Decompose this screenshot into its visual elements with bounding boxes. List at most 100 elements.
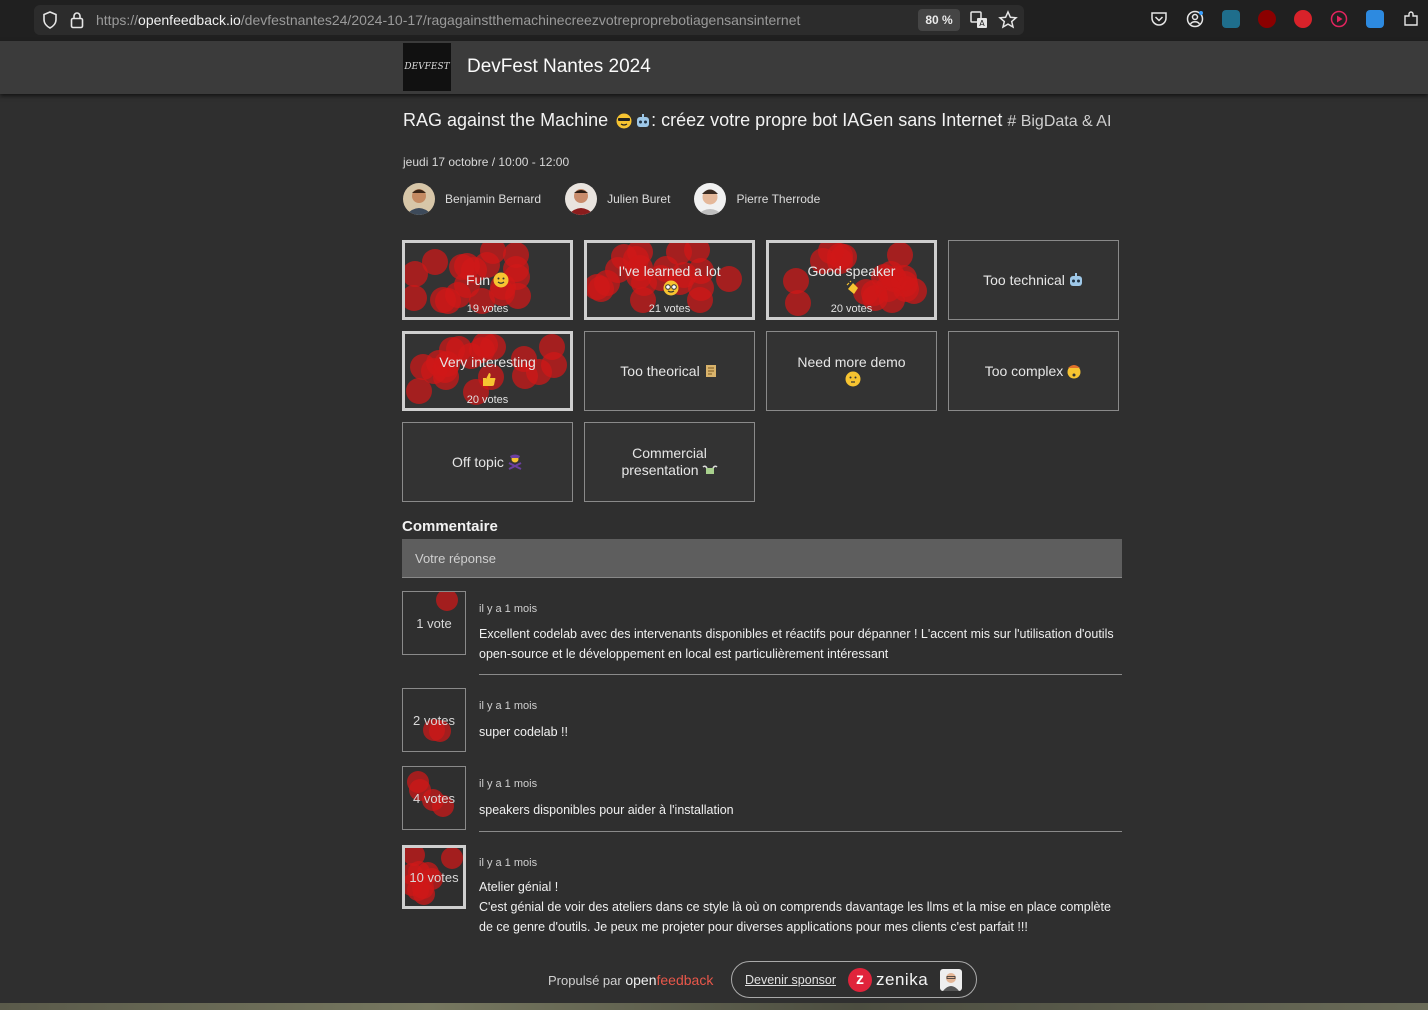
ublock-icon[interactable] <box>1258 10 1276 28</box>
vote-too-complex[interactable]: Too complex <box>948 331 1119 411</box>
vote-label: Good speaker <box>769 263 934 297</box>
vote-dot <box>480 243 507 264</box>
talk-date: jeudi 17 octobre / 10:00 - 12:00 <box>403 155 570 169</box>
vote-label: Too technical <box>953 272 1114 289</box>
page-bottom-strip <box>0 1003 1428 1010</box>
vote-label: Commercial presentation <box>585 445 754 479</box>
sponsor-avatar[interactable] <box>940 968 963 991</box>
star-icon[interactable] <box>998 10 1018 30</box>
vote-dot <box>440 848 463 870</box>
app-header: DEVFEST DevFest Nantes 2024 <box>0 41 1428 94</box>
speaker-name: Julien Buret <box>607 192 671 206</box>
vote-grid: Fun 19 votes I've learned a lot 21 votes… <box>402 240 1119 502</box>
speaker[interactable]: Benjamin Bernard <box>403 183 541 215</box>
brand-open: open <box>625 972 657 988</box>
talk-title: RAG against the Machine : créez votre pr… <box>403 109 1123 133</box>
comment-vote-button[interactable]: 2 votes <box>402 688 466 752</box>
sunglasses-emoji-icon <box>616 113 632 129</box>
logo-text: DEVFEST <box>404 62 450 72</box>
comment-section-title: Commentaire <box>402 518 498 535</box>
sponsor-box: Devenir sponsor z zenika <box>731 961 977 998</box>
vote-label-text: Too technical <box>983 271 1065 288</box>
money-with-wings-icon <box>702 465 718 474</box>
play-icon[interactable] <box>1330 10 1348 28</box>
comment-item: 4 votes il y a 1 mois speakers disponibl… <box>402 766 1122 832</box>
comment-vote-count: 10 votes <box>409 869 459 885</box>
vote-label: Fun <box>436 272 539 289</box>
extension-icon[interactable] <box>1222 10 1240 28</box>
event-logo[interactable]: DEVFEST <box>403 43 451 91</box>
track-tag[interactable]: # BigData & AI <box>1007 113 1111 130</box>
event-title[interactable]: DevFest Nantes 2024 <box>467 56 651 78</box>
comment-vote-button[interactable]: 10 votes <box>402 845 466 909</box>
url-path: /devfestnantes24/2024-10-17/ragagainstth… <box>240 12 801 28</box>
speaker[interactable]: Julien Buret <box>565 183 670 215</box>
become-sponsor-link[interactable]: Devenir sponsor <box>745 973 836 987</box>
extension-icon[interactable] <box>1366 10 1384 28</box>
comment-text: Atelier génial ! C'est génial de voir des… <box>479 877 1119 937</box>
nerd-face-icon <box>663 280 679 296</box>
vote-label: Need more demo <box>767 354 936 388</box>
vote-learned-a-lot[interactable]: I've learned a lot 21 votes <box>584 240 755 320</box>
lock-icon[interactable] <box>70 11 84 29</box>
comment-time: il y a 1 mois <box>479 603 538 615</box>
url-bar[interactable]: https://openfeedback.io/devfestnantes24/… <box>34 5 1024 35</box>
account-icon[interactable] <box>1186 10 1204 28</box>
comment-text: Excellent codelab avec des intervenants … <box>479 627 1114 661</box>
vote-label-text: Very interesting <box>439 354 536 370</box>
robot-emoji-icon <box>637 114 650 127</box>
zenika-logo[interactable]: z zenika <box>848 967 929 992</box>
vote-commercial-presentation[interactable]: Commercial presentation <box>584 422 755 502</box>
vote-label: I've learned a lot <box>587 263 752 297</box>
url-text[interactable]: https://openfeedback.io/devfestnantes24/… <box>96 12 800 28</box>
puzzle-icon[interactable] <box>1402 10 1420 28</box>
comment-time: il y a 1 mois <box>479 778 538 790</box>
comment-item: 2 votes il y a 1 mois super codelab !! <box>402 688 1122 752</box>
comment-input[interactable] <box>402 539 1122 578</box>
comment-time: il y a 1 mois <box>479 700 538 712</box>
vote-need-more-demo[interactable]: Need more demo <box>766 331 937 411</box>
person-gesturing-no-icon <box>508 454 522 470</box>
powered-by: Propulsé par openfeedback <box>548 972 713 988</box>
zenika-word: zenika <box>876 969 929 989</box>
zoom-level[interactable]: 80 % <box>918 9 960 31</box>
talk-title-rest: : créez votre propre bot IAGen sans Inte… <box>651 110 1003 130</box>
vote-dot <box>436 592 459 612</box>
vote-count: 20 votes <box>466 394 509 406</box>
vote-count: 19 votes <box>466 303 509 315</box>
pocket-icon[interactable] <box>1150 10 1168 28</box>
vote-good-speaker[interactable]: Good speaker 20 votes <box>766 240 937 320</box>
abp-icon[interactable] <box>1294 10 1312 28</box>
vote-label: Too theorical <box>590 363 748 380</box>
exploding-head-icon <box>1067 364 1081 378</box>
comment-item: 1 vote il y a 1 mois Excellent codelab a… <box>402 591 1122 675</box>
vote-label: Off topic <box>422 454 553 471</box>
comment-vote-button[interactable]: 1 vote <box>402 591 466 655</box>
vote-label-text: Fun <box>465 271 491 288</box>
talk-title-main: RAG against the Machine <box>403 110 609 130</box>
vote-off-topic[interactable]: Off topic <box>402 422 573 502</box>
vote-label-text: Off topic <box>452 453 504 470</box>
vote-dot <box>405 260 428 287</box>
vote-label-text: Too complex <box>984 362 1064 379</box>
comment-vote-count: 1 vote <box>416 615 452 631</box>
comment-vote-button[interactable]: 4 votes <box>402 766 466 830</box>
vote-label-text: Commercial presentation <box>621 445 707 478</box>
vote-fun[interactable]: Fun 19 votes <box>402 240 573 320</box>
speaker-avatar <box>694 183 727 215</box>
clapping-hands-icon <box>846 280 858 294</box>
vote-very-interesting[interactable]: Very interesting 20 votes <box>402 331 573 411</box>
comment-text-line: C'est génial de voir des ateliers dans c… <box>479 900 1111 934</box>
speaker[interactable]: Pierre Therrode <box>694 183 820 215</box>
comment-time: il y a 1 mois <box>479 857 538 869</box>
vote-too-technical[interactable]: Too technical <box>948 240 1119 320</box>
openfeedback-logo[interactable]: openfeedback <box>625 972 713 988</box>
url-host: openfeedback.io <box>138 12 241 28</box>
translate-icon[interactable]: A <box>970 11 988 29</box>
shield-icon[interactable] <box>42 11 58 29</box>
browser-toolbar: https://openfeedback.io/devfestnantes24/… <box>0 0 1428 41</box>
vote-label-text: Need more demo <box>797 354 906 370</box>
vote-too-theorical[interactable]: Too theorical <box>584 331 755 411</box>
comment-text: super codelab !! <box>479 725 568 739</box>
speaker-avatar <box>403 183 435 215</box>
